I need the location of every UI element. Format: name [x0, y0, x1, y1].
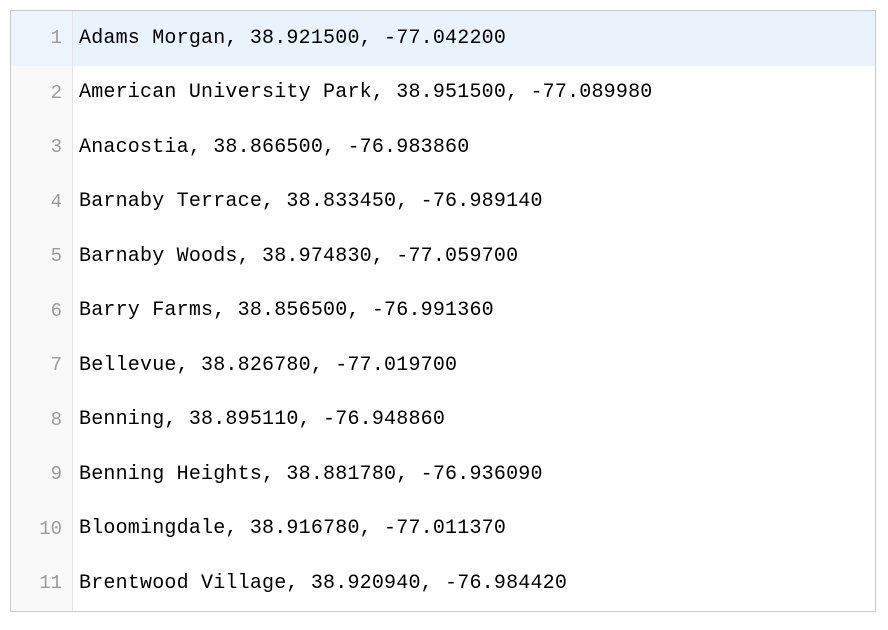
line-content[interactable]: Barry Farms, 38.856500, -76.991360: [73, 299, 494, 322]
code-editor[interactable]: 1Adams Morgan, 38.921500, -77.0422002Ame…: [10, 10, 876, 612]
line-content[interactable]: American University Park, 38.951500, -77…: [73, 81, 653, 104]
line-number: 3: [11, 120, 73, 175]
line-number: 1: [11, 11, 73, 66]
line-number: 8: [11, 393, 73, 448]
editor-line[interactable]: 3Anacostia, 38.866500, -76.983860: [11, 120, 875, 175]
line-content[interactable]: Barnaby Terrace, 38.833450, -76.989140: [73, 190, 543, 213]
line-number: 9: [11, 447, 73, 502]
line-content[interactable]: Benning, 38.895110, -76.948860: [73, 408, 445, 431]
line-content[interactable]: Anacostia, 38.866500, -76.983860: [73, 136, 469, 159]
editor-line[interactable]: 4Barnaby Terrace, 38.833450, -76.989140: [11, 175, 875, 230]
line-content[interactable]: Benning Heights, 38.881780, -76.936090: [73, 463, 543, 486]
line-content[interactable]: Barnaby Woods, 38.974830, -77.059700: [73, 245, 518, 268]
line-content[interactable]: Bellevue, 38.826780, -77.019700: [73, 354, 457, 377]
editor-line[interactable]: 2American University Park, 38.951500, -7…: [11, 66, 875, 121]
line-number: 11: [11, 556, 73, 611]
editor-line[interactable]: 7Bellevue, 38.826780, -77.019700: [11, 338, 875, 393]
line-number: 5: [11, 229, 73, 284]
line-number: 10: [11, 502, 73, 557]
line-number: 4: [11, 175, 73, 230]
line-number: 6: [11, 284, 73, 339]
editor-line[interactable]: 10Bloomingdale, 38.916780, -77.011370: [11, 502, 875, 557]
editor-line[interactable]: 8Benning, 38.895110, -76.948860: [11, 393, 875, 448]
line-number: 2: [11, 66, 73, 121]
editor-line[interactable]: 5Barnaby Woods, 38.974830, -77.059700: [11, 229, 875, 284]
line-number: 7: [11, 338, 73, 393]
editor-line[interactable]: 9Benning Heights, 38.881780, -76.936090: [11, 447, 875, 502]
line-content[interactable]: Brentwood Village, 38.920940, -76.984420: [73, 572, 567, 595]
line-content[interactable]: Bloomingdale, 38.916780, -77.011370: [73, 517, 506, 540]
editor-line[interactable]: 11Brentwood Village, 38.920940, -76.9844…: [11, 556, 875, 611]
line-content[interactable]: Adams Morgan, 38.921500, -77.042200: [73, 27, 506, 50]
editor-line[interactable]: 1Adams Morgan, 38.921500, -77.042200: [11, 11, 875, 66]
editor-line[interactable]: 6Barry Farms, 38.856500, -76.991360: [11, 284, 875, 339]
